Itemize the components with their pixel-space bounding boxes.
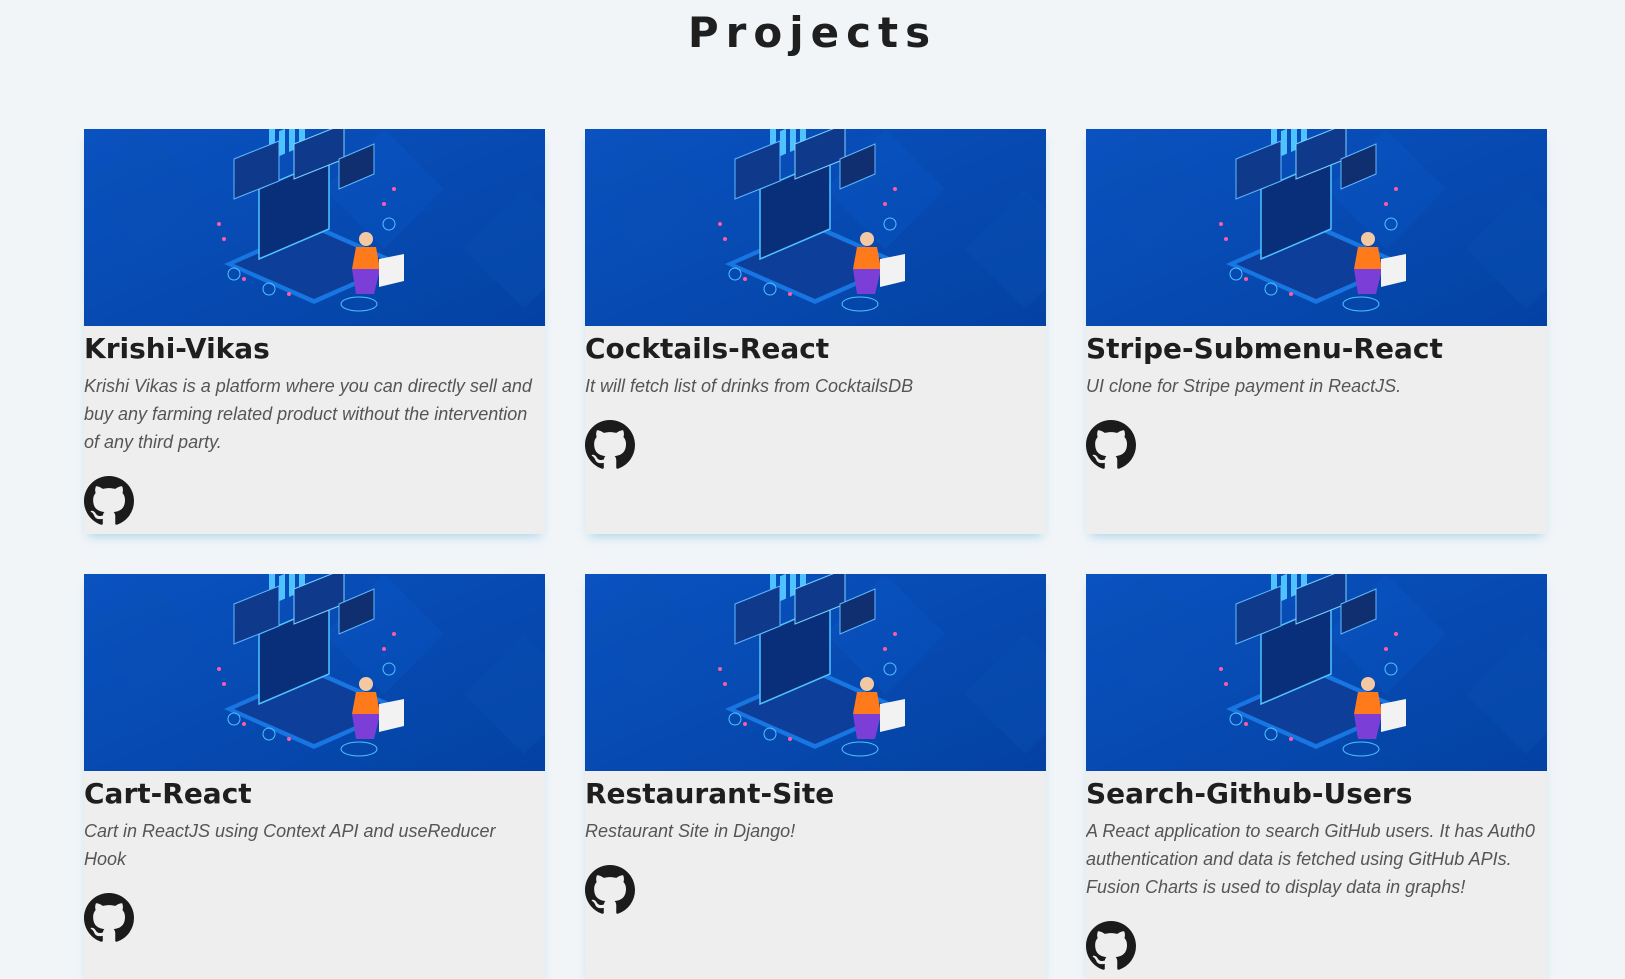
project-card: Krishi-Vikas Krishi Vikas is a platform … bbox=[84, 129, 545, 534]
project-thumbnail bbox=[1086, 129, 1547, 326]
github-icon[interactable] bbox=[1086, 921, 1136, 971]
project-title: Cocktails-React bbox=[585, 332, 830, 365]
project-card: Restaurant-Site Restaurant Site in Djang… bbox=[585, 574, 1046, 979]
github-icon[interactable] bbox=[585, 865, 635, 915]
project-card: Cart-React Cart in ReactJS using Context… bbox=[84, 574, 545, 979]
github-icon[interactable] bbox=[84, 893, 134, 943]
github-icon[interactable] bbox=[1086, 420, 1136, 470]
project-thumbnail bbox=[1086, 574, 1547, 771]
project-description: It will fetch list of drinks from Cockta… bbox=[585, 376, 914, 396]
project-description: Cart in ReactJS using Context API and us… bbox=[84, 821, 496, 869]
project-title: Krishi-Vikas bbox=[84, 332, 270, 365]
page-title: Projects bbox=[687, 8, 938, 57]
project-description: Krishi Vikas is a platform where you can… bbox=[84, 376, 532, 452]
projects-grid: Krishi-Vikas Krishi Vikas is a platform … bbox=[84, 129, 1547, 979]
project-title: Cart-React bbox=[84, 777, 252, 810]
project-description: UI clone for Stripe payment in ReactJS. bbox=[1086, 376, 1402, 396]
project-thumbnail bbox=[585, 129, 1046, 326]
project-thumbnail bbox=[84, 129, 545, 326]
project-card: Cocktails-React It will fetch list of dr… bbox=[585, 129, 1046, 534]
project-thumbnail bbox=[84, 574, 545, 771]
project-description: A React application to search GitHub use… bbox=[1086, 821, 1535, 897]
project-title: Search-Github-Users bbox=[1086, 777, 1413, 810]
project-thumbnail bbox=[585, 574, 1046, 771]
project-card: Stripe-Submenu-React UI clone for Stripe… bbox=[1086, 129, 1547, 534]
project-title: Stripe-Submenu-React bbox=[1086, 332, 1443, 365]
project-card: Search-Github-Users A React application … bbox=[1086, 574, 1547, 979]
project-description: Restaurant Site in Django! bbox=[585, 821, 796, 841]
github-icon[interactable] bbox=[585, 420, 635, 470]
github-icon[interactable] bbox=[84, 476, 134, 526]
project-title: Restaurant-Site bbox=[585, 777, 835, 810]
